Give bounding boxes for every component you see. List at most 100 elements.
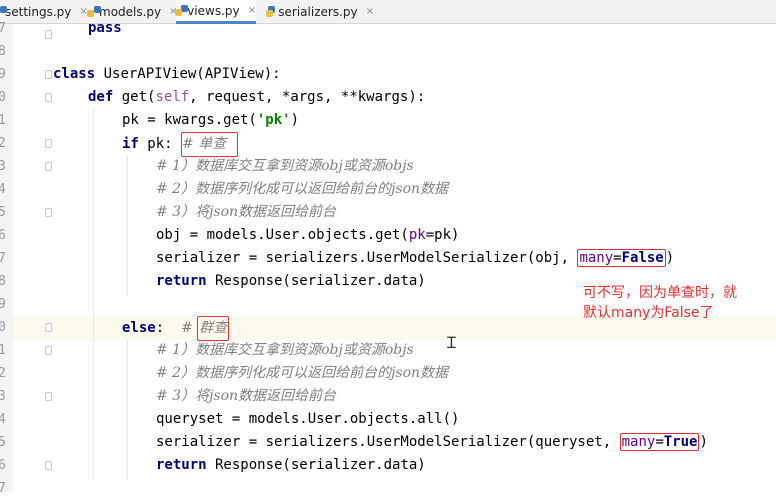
self-param: self	[155, 89, 190, 105]
keyword: return	[156, 273, 207, 289]
keyword: return	[156, 457, 207, 473]
code-text: pk = kwargs.get(	[122, 112, 257, 128]
text-cursor-icon: Ɪ	[447, 333, 456, 352]
indent-guide	[93, 110, 94, 480]
comment: #	[181, 320, 198, 336]
code-text: , request, *args, **kwargs):	[189, 89, 426, 105]
code-text: =	[613, 250, 622, 266]
python-file-icon	[266, 6, 276, 17]
line-number: 6	[0, 228, 6, 243]
keyword: if	[122, 136, 139, 152]
line-number: 5	[0, 205, 6, 220]
line-number: 4	[0, 412, 6, 427]
kwarg-name: many	[621, 434, 656, 450]
code-line[interactable]: serializer = serializers.UserModelSerial…	[156, 247, 674, 270]
fold-marker-icon[interactable]	[45, 323, 52, 332]
line-number: 3	[0, 389, 6, 404]
kwarg-name: pk	[408, 227, 426, 243]
comment: # 1）数据库交互拿到资源obj或资源objs	[156, 158, 414, 174]
keyword: def	[88, 89, 114, 105]
comment: # 3）将json数据返回给前台	[156, 388, 337, 404]
highlighted-kwarg-box: many=True	[619, 433, 700, 451]
close-icon[interactable]: ×	[366, 6, 374, 17]
fold-marker-icon[interactable]	[45, 139, 52, 148]
code-text: =	[655, 434, 664, 450]
comment-single-query: # 单查	[181, 132, 239, 157]
line-number: 1	[0, 343, 6, 358]
fold-marker-icon[interactable]	[45, 346, 52, 355]
tab-views-py[interactable]: views.py ×	[174, 0, 256, 24]
code-line[interactable]: # 1）数据库交互拿到资源obj或资源objs	[156, 339, 414, 362]
python-file-icon	[174, 5, 190, 16]
code-line[interactable]: else: # 群查	[122, 316, 230, 341]
fold-marker-icon[interactable]	[45, 392, 52, 401]
line-number: 5	[0, 435, 6, 450]
code-text: serializer = serializers.UserModelSerial…	[156, 434, 620, 450]
line-number: 0	[0, 90, 6, 105]
code-text: )	[290, 112, 300, 128]
code-line[interactable]: # 3）将json数据返回给前台	[156, 201, 336, 224]
code-line[interactable]: # 1）数据库交互拿到资源obj或资源objs	[156, 155, 414, 178]
code-line[interactable]: # 2）数据序列化成可以返回给前台的json数据	[156, 178, 448, 201]
code-line[interactable]: pass	[88, 17, 122, 40]
comment: # 3）将json数据返回给前台	[156, 204, 337, 220]
highlighted-kwarg-box: many=False	[577, 249, 666, 267]
tab-label: serializers.py	[278, 4, 358, 19]
keyword: pass	[88, 20, 122, 36]
string-literal: 'pk'	[256, 112, 291, 128]
fold-marker-icon[interactable]	[45, 461, 52, 470]
tab-settings-py[interactable]: settings.py ×	[0, 0, 88, 23]
fold-marker-icon[interactable]	[45, 70, 52, 79]
line-number: 4	[0, 182, 6, 197]
tab-label: settings.py	[5, 4, 72, 19]
line-number: 9	[0, 67, 6, 82]
line-number: 0	[0, 320, 6, 335]
line-number: 7	[0, 21, 6, 36]
code-line[interactable]: obj = models.User.objects.get(pk=pk)	[156, 224, 459, 247]
line-number: 7	[0, 251, 6, 266]
code-text: UserAPIView(APIView):	[95, 66, 281, 82]
annotation-line: 默认many为False了	[583, 305, 714, 321]
line-number: 9	[0, 297, 6, 312]
line-number: 2	[0, 136, 6, 151]
comment: # 2）数据序列化成可以返回给前台的json数据	[156, 365, 449, 381]
line-number: 8	[0, 44, 6, 59]
tab-label: views.py	[187, 3, 240, 18]
fold-marker-icon[interactable]	[45, 93, 52, 102]
line-number: 6	[0, 458, 6, 473]
line-number: 7	[0, 481, 6, 496]
comment-group-query: 群查	[197, 316, 230, 341]
annotation-note: 可不写，因为单查时，就 默认many为False了	[583, 283, 737, 323]
code-line[interactable]: class UserAPIView(APIView):	[53, 63, 281, 86]
code-line[interactable]: serializer = serializers.UserModelSerial…	[156, 431, 708, 454]
code-line[interactable]: # 2）数据序列化成可以返回给前台的json数据	[156, 362, 448, 385]
code-line[interactable]: return Response(serializer.data)	[156, 270, 426, 293]
code-text: )	[699, 434, 708, 450]
code-text: queryset = models.User.objects.all()	[156, 411, 460, 427]
line-number: 2	[0, 366, 6, 381]
close-icon[interactable]: ×	[248, 5, 256, 16]
code-line[interactable]: pk = kwargs.get('pk')	[122, 109, 299, 132]
fold-marker-icon[interactable]	[45, 162, 52, 171]
code-text: serializer = serializers.UserModelSerial…	[156, 250, 578, 266]
boolean-constant: False	[621, 250, 664, 266]
code-line[interactable]: return Response(serializer.data)	[156, 454, 426, 477]
fold-marker-icon[interactable]	[45, 30, 52, 39]
fold-marker-icon[interactable]	[45, 208, 52, 217]
line-number: 1	[0, 113, 6, 128]
code-line[interactable]: # 3）将json数据返回给前台	[156, 385, 336, 408]
line-number: 8	[0, 274, 6, 289]
indent-guide	[127, 156, 128, 296]
code-line[interactable]: if pk: # 单查	[122, 132, 239, 157]
code-text: =pk)	[425, 227, 460, 243]
kwarg-name: many	[579, 250, 614, 266]
code-text: pk:	[138, 136, 182, 152]
code-line[interactable]: def get(self, request, *args, **kwargs):	[88, 86, 425, 109]
code-line[interactable]: queryset = models.User.objects.all()	[156, 408, 459, 431]
boolean-constant: True	[663, 434, 698, 450]
indent-guide	[127, 340, 128, 480]
comment: # 2）数据序列化成可以返回给前台的json数据	[156, 181, 449, 197]
code-text: :	[155, 320, 182, 336]
comment: # 1）数据库交互拿到资源obj或资源objs	[156, 342, 414, 358]
tab-serializers-py[interactable]: serializers.py ×	[264, 0, 374, 23]
